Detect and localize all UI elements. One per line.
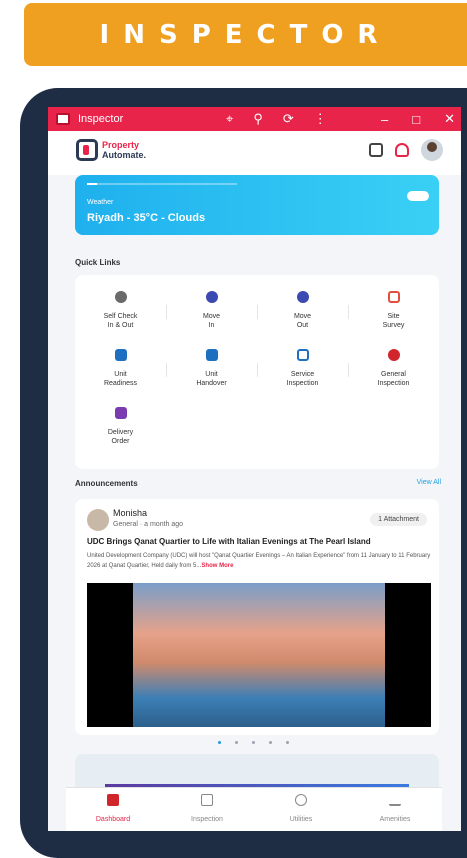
tab-dashboard[interactable]: Dashboard: [66, 794, 160, 823]
tab-utilities[interactable]: Utilities: [254, 794, 348, 823]
gallery-icon[interactable]: [369, 143, 383, 157]
quick-link-move-out[interactable]: Move Out: [257, 291, 348, 347]
delivery-icon: [114, 407, 127, 419]
inspection-icon: [201, 794, 213, 806]
amenities-icon: [389, 794, 401, 806]
app-logo: Property Automate.: [76, 139, 146, 161]
quick-links-panel: Self Check In & Out Move In Move Out Sit…: [75, 275, 439, 469]
quick-link-unit-handover[interactable]: Unit Handover: [166, 349, 257, 405]
carousel-dots[interactable]: [218, 741, 289, 744]
quick-link-general-inspection[interactable]: General Inspection: [348, 349, 439, 405]
user-avatar[interactable]: [421, 139, 443, 161]
close-button[interactable]: ✕: [444, 111, 455, 127]
survey-icon: [387, 291, 400, 303]
maximize-button[interactable]: □: [412, 112, 420, 127]
logo-line2: Automate.: [102, 150, 147, 160]
logo-line1: Property: [102, 140, 140, 150]
tab-amenities[interactable]: Amenities: [348, 794, 442, 823]
post-body: United Development Company (UDC) will ho…: [87, 553, 431, 569]
author-avatar: [87, 509, 109, 531]
more-icon[interactable]: ⋮: [314, 111, 327, 127]
handover-icon: [205, 349, 218, 361]
weather-city: Riyadh - 35°C - Clouds: [87, 212, 206, 224]
app-header: Property Automate.: [48, 131, 461, 175]
quick-link-self-check[interactable]: Self Check In & Out: [75, 291, 166, 347]
utilities-icon: [295, 794, 307, 806]
tab-inspection[interactable]: Inspection: [160, 794, 254, 823]
quick-link-unit-readiness[interactable]: Unit Readiness: [75, 349, 166, 405]
cloud-icon: [407, 191, 429, 201]
logo-icon: [76, 139, 98, 161]
move-out-icon: [296, 291, 309, 303]
post-image[interactable]: [87, 583, 431, 727]
bottom-tab-bar: Dashboard Inspection Utilities Amenities: [66, 787, 442, 831]
attachment-badge[interactable]: 1 Attachment: [370, 513, 427, 526]
rotate-icon[interactable]: ⟳: [283, 111, 294, 127]
announcements-title: Announcements: [75, 479, 138, 488]
weather-label: Weather: [87, 199, 114, 206]
alert-icon: [387, 349, 400, 361]
quick-links-title: Quick Links: [75, 258, 121, 267]
location-icon[interactable]: ⌖: [226, 111, 233, 127]
move-in-icon: [205, 291, 218, 303]
banner-title: INSPECTOR: [99, 19, 392, 50]
app-icon: [56, 113, 70, 125]
canal-photo: [133, 583, 385, 727]
window-titlebar: Inspector ⌖ ⚲ ⟳ ⋮ – □ ✕: [48, 107, 461, 131]
announcement-card[interactable]: Monisha General · a month ago 1 Attachme…: [75, 499, 439, 735]
inspector-banner: INSPECTOR: [24, 3, 467, 66]
view-all-link[interactable]: View All: [417, 479, 441, 486]
window-title: Inspector: [78, 113, 124, 125]
post-headline: UDC Brings Qanat Quartier to Life with I…: [87, 537, 371, 546]
zoom-icon[interactable]: ⚲: [253, 111, 263, 127]
minimize-button[interactable]: –: [381, 112, 388, 127]
quick-link-service-inspection[interactable]: Service Inspection: [257, 349, 348, 405]
dashboard-icon: [107, 794, 119, 806]
app-window: Inspector ⌖ ⚲ ⟳ ⋮ – □ ✕ Property Automat…: [48, 107, 461, 831]
author-name: Monisha: [113, 508, 148, 518]
show-more-link[interactable]: Show More: [201, 563, 233, 569]
quick-link-move-in[interactable]: Move In: [166, 291, 257, 347]
bell-icon[interactable]: [395, 143, 409, 157]
post-meta: General · a month ago: [113, 521, 184, 528]
weather-card[interactable]: Weather Riyadh - 35°C - Clouds: [75, 175, 439, 235]
carousel-progress: [87, 183, 237, 185]
readiness-icon: [114, 349, 127, 361]
quick-link-delivery-order[interactable]: Delivery Order: [75, 407, 166, 463]
check-icon: [114, 291, 127, 303]
quick-link-site-survey[interactable]: Site Survey: [348, 291, 439, 347]
service-icon: [296, 349, 309, 361]
